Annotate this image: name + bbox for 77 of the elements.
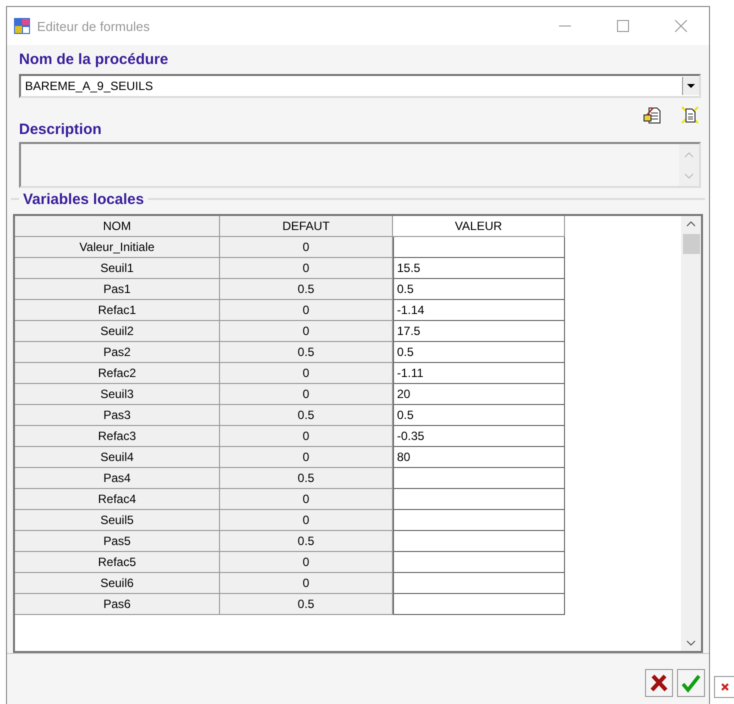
description-field[interactable] <box>19 142 701 188</box>
column-header: NOM <box>15 216 220 237</box>
value-field[interactable]: 80 <box>393 447 565 468</box>
table-cell: 0 <box>220 573 393 594</box>
table-cell: Pas2 <box>15 342 220 363</box>
value-field[interactable]: 15.5 <box>393 258 565 279</box>
close-button[interactable] <box>714 676 734 698</box>
table-cell: 0.5 <box>220 405 393 426</box>
table-cell: 0 <box>220 300 393 321</box>
table-cell: 0 <box>220 321 393 342</box>
table-cell: Pas4 <box>15 468 220 489</box>
table-cell: 0 <box>220 384 393 405</box>
value-field[interactable] <box>393 468 565 489</box>
table-cell: Refac2 <box>15 363 220 384</box>
value-field[interactable] <box>393 531 565 552</box>
scroll-up-icon[interactable] <box>686 220 696 228</box>
table-cell: 0 <box>220 258 393 279</box>
window-title: Editeur de formules <box>37 18 150 34</box>
table-cell: Refac4 <box>15 489 220 510</box>
table-cell: Seuil4 <box>15 447 220 468</box>
table-cell: 0.5 <box>220 279 393 300</box>
cross-icon <box>649 673 669 693</box>
table-cell: 0 <box>220 426 393 447</box>
table-cell: 0 <box>220 552 393 573</box>
table-cell: Pas5 <box>15 531 220 552</box>
value-field[interactable] <box>393 489 565 510</box>
value-field[interactable]: 0.5 <box>393 279 565 300</box>
table-cell: Seuil3 <box>15 384 220 405</box>
table-cell: 0.5 <box>220 594 393 615</box>
value-field[interactable]: 0.5 <box>393 405 565 426</box>
table-cell: Pas3 <box>15 405 220 426</box>
table-cell: Pas1 <box>15 279 220 300</box>
scroll-thumb[interactable] <box>682 234 700 254</box>
table-cell: Valeur_Initiale <box>15 237 220 258</box>
scroll-down-icon[interactable] <box>686 639 696 647</box>
value-field[interactable] <box>393 594 565 615</box>
procedure-label: Nom de la procédure <box>19 51 170 68</box>
new-document-icon[interactable] <box>681 106 699 124</box>
table-cell: 0 <box>220 510 393 531</box>
value-field[interactable] <box>393 237 565 258</box>
table-cell: Refac5 <box>15 552 220 573</box>
description-label: Description <box>19 121 102 138</box>
checkmark-icon <box>681 673 701 693</box>
table-cell: 0.5 <box>220 468 393 489</box>
app-icon <box>13 17 31 35</box>
maximize-icon[interactable] <box>617 20 629 32</box>
cross-icon <box>720 682 730 692</box>
table-cell: 0.5 <box>220 342 393 363</box>
table-cell: 0 <box>220 447 393 468</box>
table-cell: 0 <box>220 489 393 510</box>
value-field[interactable]: -1.14 <box>393 300 565 321</box>
procedure-dropdown[interactable]: BAREME_A_9_SEUILS <box>19 74 701 98</box>
table-cell: Refac3 <box>15 426 220 447</box>
table-cell: 0 <box>220 237 393 258</box>
confirm-button[interactable] <box>677 669 705 697</box>
edit-document-icon[interactable] <box>643 106 661 124</box>
table-cell: 0.5 <box>220 531 393 552</box>
column-header: VALEUR <box>393 216 565 237</box>
table-cell: Pas6 <box>15 594 220 615</box>
value-field[interactable] <box>393 510 565 531</box>
table-cell: Seuil1 <box>15 258 220 279</box>
table-cell: Seuil2 <box>15 321 220 342</box>
value-field[interactable]: -1.11 <box>393 363 565 384</box>
table-cell: Seuil5 <box>15 510 220 531</box>
value-field[interactable]: 20 <box>393 384 565 405</box>
value-field[interactable]: 0.5 <box>393 342 565 363</box>
column-header: DEFAUT <box>220 216 393 237</box>
value-field[interactable] <box>393 552 565 573</box>
value-field[interactable]: 17.5 <box>393 321 565 342</box>
table-cell: Refac1 <box>15 300 220 321</box>
table-cell: Seuil6 <box>15 573 220 594</box>
scrollbar[interactable] <box>681 216 701 651</box>
cancel-button[interactable] <box>645 669 673 697</box>
close-icon[interactable] <box>675 20 687 32</box>
table-cell: 0 <box>220 363 393 384</box>
value-field[interactable] <box>393 573 565 594</box>
value-field[interactable]: -0.35 <box>393 426 565 447</box>
